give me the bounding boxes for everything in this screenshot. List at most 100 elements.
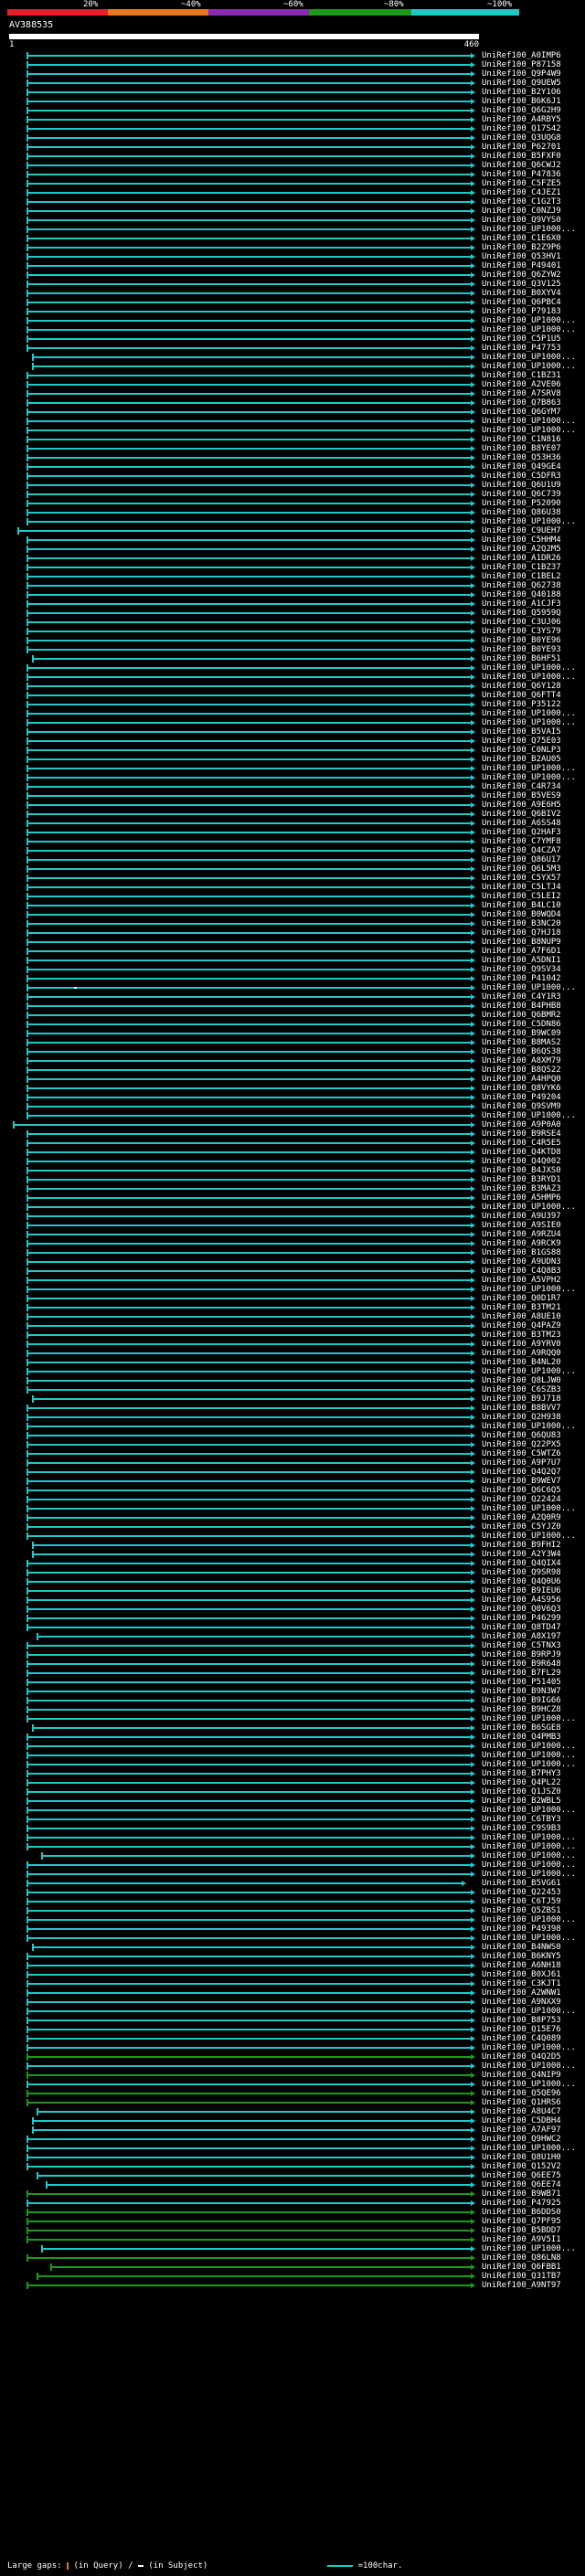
hit-alignment-bar[interactable] [27, 475, 472, 477]
hit-alignment-bar[interactable] [27, 448, 472, 450]
hit-label[interactable]: UniRef100_Q9UEW5 [482, 79, 561, 88]
hit-label[interactable]: UniRef100_B9RPJ9 [482, 1650, 561, 1659]
hit-alignment-bar[interactable] [27, 1617, 472, 1619]
hit-alignment-bar[interactable] [27, 503, 472, 504]
hit-label[interactable]: UniRef100_B6K6J1 [482, 97, 561, 106]
hit-alignment-bar[interactable] [27, 1014, 472, 1016]
hit-alignment-bar[interactable] [27, 2093, 472, 2094]
hit-alignment-bar[interactable] [27, 1023, 472, 1025]
hit-label[interactable]: UniRef100_A9YRV0 [482, 1340, 561, 1349]
hit-alignment-bar[interactable] [27, 832, 472, 833]
hit-label[interactable]: UniRef100_Q7PF95 [482, 2217, 561, 2226]
hit-label[interactable]: UniRef100_UP1000... [482, 673, 576, 682]
hit-alignment-bar[interactable] [27, 2047, 472, 2049]
hit-alignment-bar[interactable] [27, 2202, 472, 2204]
hit-label[interactable]: UniRef100_Q6L5M3 [482, 864, 561, 874]
hit-alignment-bar[interactable] [27, 603, 472, 605]
hit-label[interactable]: UniRef100_A7SRV8 [482, 389, 561, 398]
hit-alignment-bar[interactable] [27, 1645, 472, 1647]
hit-alignment-bar[interactable] [27, 557, 472, 559]
hit-alignment-bar[interactable] [27, 384, 472, 386]
hit-alignment-bar[interactable] [27, 137, 472, 139]
hit-label[interactable]: UniRef100_A1DR26 [482, 554, 561, 563]
hit-label[interactable]: UniRef100_Q152V2 [482, 2162, 561, 2171]
hit-alignment-bar[interactable] [27, 1270, 472, 1272]
hit-alignment-bar[interactable] [27, 1288, 472, 1290]
hit-label[interactable]: UniRef100_B4JXS0 [482, 1166, 561, 1175]
hit-alignment-bar[interactable] [27, 713, 472, 715]
hit-alignment-bar[interactable] [27, 2056, 472, 2058]
hit-label[interactable]: UniRef100_UP1000... [482, 983, 576, 992]
hit-alignment-bar[interactable] [27, 1298, 472, 1299]
hit-alignment-bar[interactable] [50, 2266, 472, 2268]
hit-label[interactable]: UniRef100_C5LEI2 [482, 892, 561, 901]
hit-alignment-bar[interactable] [27, 1846, 472, 1848]
hit-label[interactable]: UniRef100_B5VES9 [482, 791, 561, 800]
hit-label[interactable]: UniRef100_Q7HJ18 [482, 928, 561, 938]
hit-label[interactable]: UniRef100_B3TM23 [482, 1330, 561, 1340]
hit-alignment-bar[interactable] [27, 1087, 472, 1089]
hit-alignment-bar[interactable] [27, 1106, 472, 1108]
hit-label[interactable]: UniRef100_Q53HV1 [482, 252, 561, 261]
hit-label[interactable]: UniRef100_C3YS79 [482, 627, 561, 636]
hit-alignment-bar[interactable] [27, 1224, 472, 1226]
hit-alignment-bar[interactable] [27, 1791, 472, 1793]
hit-label[interactable]: UniRef100_A7AF97 [482, 2125, 561, 2135]
hit-alignment-bar[interactable] [27, 1590, 472, 1592]
hit-alignment-bar[interactable] [27, 877, 472, 879]
hit-alignment-bar[interactable] [37, 2275, 472, 2277]
hit-label[interactable]: UniRef100_UP1000... [482, 1742, 576, 1751]
hit-alignment-bar[interactable] [27, 1901, 472, 1903]
hit-alignment-bar[interactable] [27, 2138, 472, 2140]
hit-label[interactable]: UniRef100_B2WBL5 [482, 1797, 561, 1806]
hit-label[interactable]: UniRef100_A2Q2M5 [482, 545, 561, 554]
hit-alignment-bar[interactable] [27, 283, 472, 285]
hit-label[interactable]: UniRef100_C4R5E5 [482, 1139, 561, 1148]
hit-alignment-bar[interactable] [27, 1718, 472, 1720]
hit-label[interactable]: UniRef100_C5DN86 [482, 1020, 561, 1029]
hit-label[interactable]: UniRef100_P51405 [482, 1678, 561, 1687]
hit-label[interactable]: UniRef100_B8NUP9 [482, 938, 561, 947]
hit-alignment-bar[interactable] [27, 1937, 472, 1939]
hit-label[interactable]: UniRef100_B3RYD1 [482, 1175, 561, 1184]
hit-label[interactable]: UniRef100_A8XM79 [482, 1056, 561, 1065]
hit-label[interactable]: UniRef100_Q4KTD8 [482, 1148, 561, 1157]
hit-alignment-bar[interactable] [27, 1983, 472, 1985]
hit-label[interactable]: UniRef100_B1GS88 [482, 1248, 561, 1257]
hit-alignment-bar[interactable] [27, 822, 472, 824]
hit-alignment-bar[interactable] [27, 1773, 472, 1775]
hit-alignment-bar[interactable] [27, 73, 472, 75]
hit-label[interactable]: UniRef100_Q6C6Q5 [482, 1486, 561, 1495]
hit-alignment-bar[interactable] [27, 1828, 472, 1829]
hit-alignment-bar[interactable] [27, 1243, 472, 1245]
hit-label[interactable]: UniRef100_Q6BMR2 [482, 1011, 561, 1020]
hit-label[interactable]: UniRef100_Q4PL22 [482, 1778, 561, 1787]
hit-alignment-bar[interactable] [27, 1873, 472, 1875]
hit-alignment-bar[interactable] [27, 1809, 472, 1811]
hit-label[interactable]: UniRef100_Q5QE96 [482, 2089, 561, 2098]
hit-alignment-bar[interactable] [37, 1636, 472, 1638]
hit-label[interactable]: UniRef100_A0IMP6 [482, 51, 561, 60]
hit-alignment-bar[interactable] [32, 1398, 472, 1400]
hit-alignment-bar[interactable] [27, 1453, 472, 1455]
hit-alignment-bar[interactable] [27, 1033, 472, 1034]
hit-alignment-bar[interactable] [27, 1480, 472, 1482]
hit-label[interactable]: UniRef100_Q6BIV2 [482, 810, 561, 819]
hit-alignment-bar[interactable] [27, 740, 472, 742]
hit-alignment-bar[interactable] [27, 1362, 472, 1363]
hit-alignment-bar[interactable] [27, 685, 472, 687]
hit-label[interactable]: UniRef100_B0WQD4 [482, 910, 561, 919]
hit-label[interactable]: UniRef100_UP1000... [482, 1367, 576, 1376]
hit-label[interactable]: UniRef100_B3MAZ3 [482, 1184, 561, 1193]
hit-alignment-bar[interactable] [27, 1151, 472, 1153]
hit-label[interactable]: UniRef100_Q2HAF3 [482, 828, 561, 837]
hit-label[interactable]: UniRef100_B8QS22 [482, 1065, 561, 1075]
hit-alignment-bar[interactable] [27, 1892, 472, 1893]
hit-label[interactable]: UniRef100_Q4Q2D5 [482, 2052, 561, 2062]
hit-label[interactable]: UniRef100_UP1000... [482, 764, 576, 773]
hit-label[interactable]: UniRef100_Q86LN8 [482, 2253, 561, 2263]
hit-alignment-bar[interactable] [27, 1407, 472, 1409]
hit-label[interactable]: UniRef100_Q40188 [482, 590, 561, 599]
hit-alignment-bar[interactable] [32, 2120, 472, 2122]
hit-alignment-bar[interactable] [27, 1700, 472, 1701]
